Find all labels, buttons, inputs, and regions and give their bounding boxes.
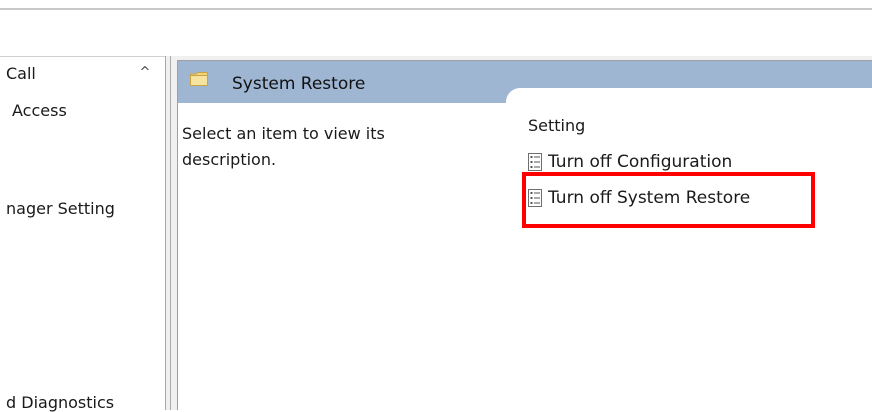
header-tab-edge [506,88,872,108]
column-header-setting[interactable]: Setting [528,116,585,135]
toolbar-area [0,10,872,56]
item-description: Select an item to view its description. [182,124,385,169]
folder-icon [190,72,208,86]
details-pane [177,60,872,410]
policy-setting-icon [528,153,542,171]
tree-item-call[interactable]: Call [6,64,36,83]
scroll-up-arrow-icon[interactable]: ^ [136,62,154,84]
policy-setting-icon [528,189,542,207]
details-title: System Restore [232,74,366,94]
tree-item-diagnostics[interactable]: d Diagnostics [6,393,114,412]
tree-item-access[interactable]: Access [12,101,67,120]
setting-label: Turn off Configuration [548,152,733,172]
setting-row-turn-off-system-restore[interactable]: Turn off System Restore [528,184,750,212]
tree-item-manager-settings[interactable]: nager Setting [6,199,115,218]
setting-label: Turn off System Restore [548,188,751,208]
setting-row-turn-off-configuration[interactable]: Turn off Configuration [528,148,732,176]
